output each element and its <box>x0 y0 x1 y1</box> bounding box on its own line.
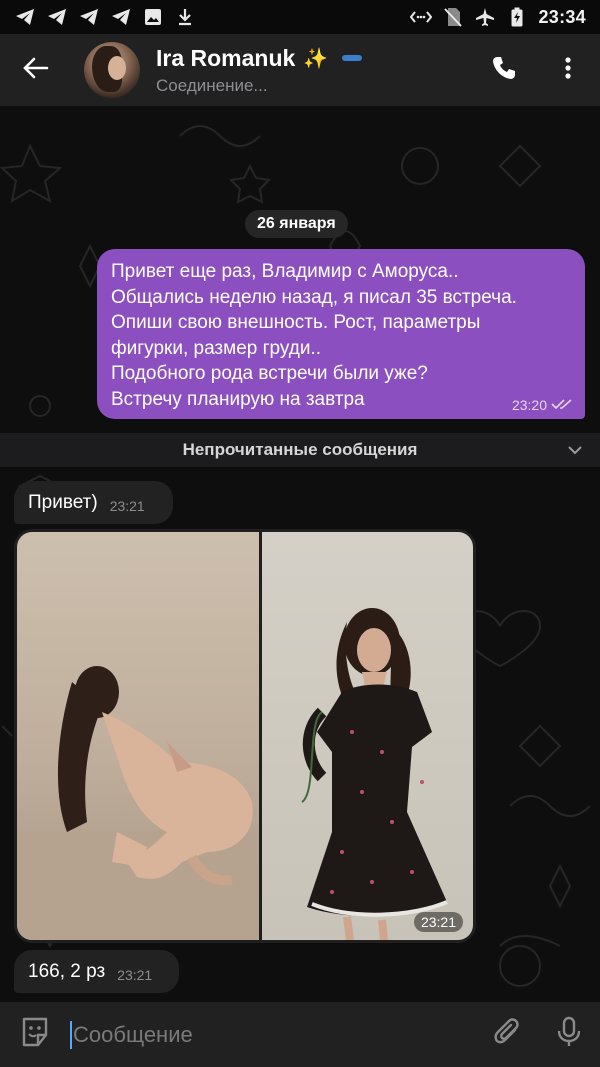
sticker-smile-icon <box>20 1017 50 1052</box>
photo-figure-left <box>17 666 259 940</box>
menu-button[interactable] <box>536 34 600 106</box>
message-line: Подобного рода встречи были уже? <box>111 363 428 384</box>
back-button[interactable] <box>0 34 72 106</box>
phone-icon <box>491 55 517 86</box>
emoji-button[interactable] <box>0 1002 70 1067</box>
date-separator: 26 января <box>245 210 348 238</box>
telegram-icon <box>46 6 68 28</box>
unread-label: Непрочитанные сообщения <box>182 440 418 459</box>
album-time: 23:21 <box>413 912 463 932</box>
composer <box>0 1002 600 1067</box>
data-saver-icon <box>410 6 433 28</box>
photo-left[interactable] <box>17 532 259 940</box>
message-time: 23:20 <box>511 397 547 413</box>
connection-status: Соединение... <box>156 75 268 95</box>
microphone-icon <box>557 1016 581 1053</box>
no-sim-icon <box>442 6 464 28</box>
paperclip-icon <box>493 1017 521 1052</box>
message-time: 23:21 <box>117 966 153 983</box>
message-text: 166, 2 рз <box>28 960 106 982</box>
avatar[interactable] <box>84 42 140 98</box>
chevron-down-icon[interactable] <box>566 441 584 464</box>
telegram-icon <box>78 6 100 28</box>
unread-separator: Непрочитанные сообщения <box>0 433 600 467</box>
status-bar: 23:34 <box>0 0 600 34</box>
date-label: 26 января <box>257 215 336 232</box>
incoming-message[interactable]: Привет) 23:21 <box>14 481 173 524</box>
message-line: фигурки, размер груди.. <box>111 337 322 359</box>
telegram-icon <box>110 6 132 28</box>
chat-area[interactable]: 26 января Привет еще раз, Владимир с Амо… <box>0 106 600 1002</box>
battery-icon <box>506 6 528 28</box>
photo-right[interactable]: 23:21 <box>262 532 473 940</box>
premium-badge <box>342 55 363 61</box>
voice-button[interactable] <box>538 1002 600 1067</box>
message-time: 23:21 <box>109 497 145 514</box>
text-cursor <box>70 1020 72 1049</box>
message-line: Привет еще раз, Владимир с Аморуса.. <box>111 261 459 282</box>
chat-title[interactable]: Ira Romanuk ✨ Соединение... <box>156 45 472 96</box>
call-button[interactable] <box>472 34 536 106</box>
photo-figure-right <box>301 608 448 940</box>
sparkles-emoji: ✨ <box>303 47 329 70</box>
chat-header: Ira Romanuk ✨ Соединение... <box>0 34 600 106</box>
message-line: Встречу планирую на завтра <box>111 388 365 410</box>
outgoing-message[interactable]: Привет еще раз, Владимир с Аморуса.. Общ… <box>97 249 585 419</box>
clock: 23:34 <box>538 6 586 27</box>
more-vertical-icon <box>564 56 572 85</box>
telegram-icon <box>14 6 36 28</box>
message-line: Опиши свою внешность. Рост, параметры <box>111 312 481 333</box>
photo-album[interactable]: 23:21 <box>14 529 476 943</box>
image-icon <box>142 6 164 28</box>
contact-name: Ira Romanuk <box>156 44 296 71</box>
message-input[interactable] <box>73 1014 476 1055</box>
message-line: Общались неделю назад, я писал 35 встреч… <box>111 286 517 308</box>
incoming-message[interactable]: 166, 2 рз 23:21 <box>14 950 179 993</box>
double-check-icon <box>551 397 573 413</box>
attach-button[interactable] <box>476 1002 538 1067</box>
airplane-icon <box>474 6 496 28</box>
message-text: Привет) <box>28 491 98 513</box>
arrow-left-icon <box>23 57 49 84</box>
download-icon <box>174 6 196 28</box>
